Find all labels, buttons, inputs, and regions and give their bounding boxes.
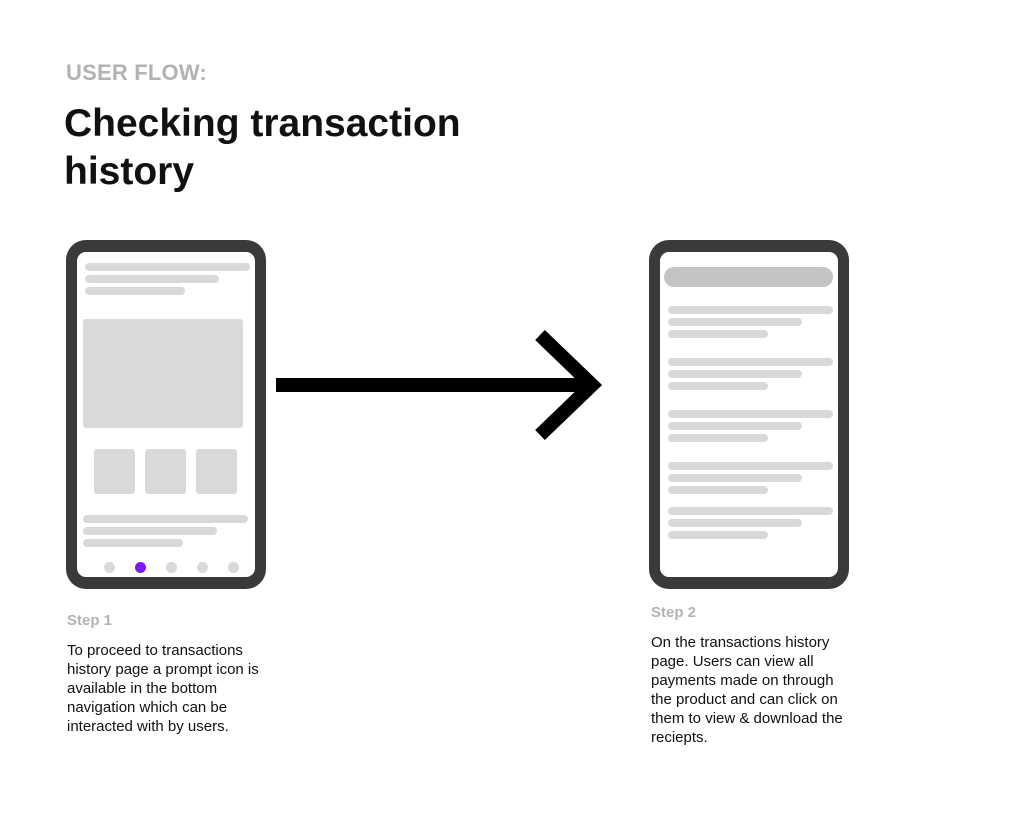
- text-line-placeholder: [83, 527, 217, 535]
- text-line-placeholder: [668, 370, 802, 378]
- right-arrow-icon: [276, 329, 603, 441]
- text-line-placeholder: [668, 358, 833, 366]
- step-2-description: On the transactions history page. Users …: [651, 634, 843, 746]
- text-line-placeholder: [668, 519, 802, 527]
- text-line-placeholder: [85, 287, 185, 295]
- phone-mockup-step-1: [66, 240, 266, 589]
- home-screen: [77, 252, 255, 577]
- text-line-placeholder: [668, 486, 768, 494]
- text-line-placeholder: [85, 263, 250, 271]
- text-line-placeholder: [85, 275, 219, 283]
- phone-mockup-step-2: [649, 240, 849, 589]
- text-line-placeholder: [668, 318, 802, 326]
- text-line-placeholder: [83, 539, 183, 547]
- text-line-placeholder: [668, 462, 833, 470]
- text-line-placeholder: [668, 531, 768, 539]
- page-title: Checking transaction history: [64, 102, 461, 193]
- text-line-placeholder: [668, 474, 802, 482]
- step-2-label: Step 2: [651, 604, 697, 621]
- nav-dot-1[interactable]: [104, 562, 115, 573]
- transactions-history-screen: [660, 252, 838, 577]
- text-line-placeholder: [668, 422, 802, 430]
- text-line-placeholder: [668, 382, 768, 390]
- nav-dot-transactions-prompt[interactable]: [135, 562, 146, 573]
- step-1-label: Step 1: [67, 612, 113, 629]
- nav-dot-4[interactable]: [197, 562, 208, 573]
- search-bar-placeholder: [664, 267, 833, 287]
- text-line-placeholder: [668, 507, 833, 515]
- card-placeholder: [94, 449, 135, 494]
- card-placeholder: [145, 449, 186, 494]
- text-line-placeholder: [668, 330, 768, 338]
- nav-dot-3[interactable]: [166, 562, 177, 573]
- card-placeholder: [196, 449, 237, 494]
- step-1-description: To proceed to transactions history page …: [67, 642, 259, 735]
- hero-image-placeholder: [83, 319, 243, 428]
- text-line-placeholder: [668, 410, 833, 418]
- nav-dot-5[interactable]: [228, 562, 239, 573]
- eyebrow-label: USER FLOW:: [66, 60, 207, 85]
- text-line-placeholder: [668, 434, 768, 442]
- text-line-placeholder: [83, 515, 248, 523]
- text-line-placeholder: [668, 306, 833, 314]
